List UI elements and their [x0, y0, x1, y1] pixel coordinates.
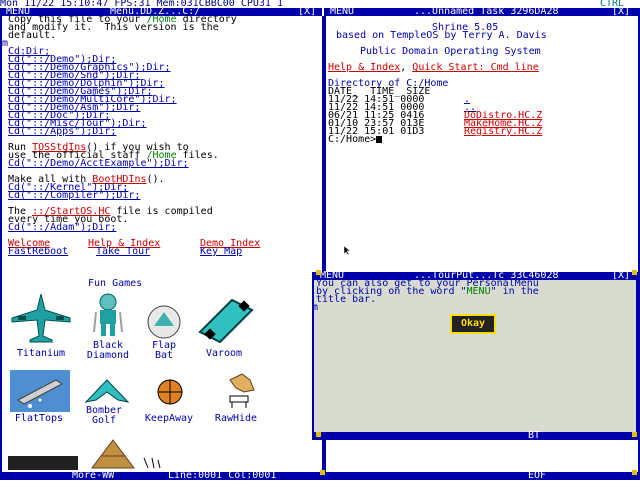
titanium-icon[interactable]: [10, 292, 72, 344]
right-window-statusbar: [324, 472, 640, 480]
right-close-button[interactable]: [X]: [612, 7, 630, 17]
right-resize-corner[interactable]: [320, 470, 325, 475]
intro-line-3: default.: [8, 30, 57, 41]
right-window-title: ...Unnamed Task 3296DA28: [414, 6, 559, 17]
fast-reboot-link[interactable]: FastReboot: [8, 247, 68, 257]
public-domain-line: Public Domain Operating System: [360, 46, 541, 57]
partial-game-icon-3[interactable]: [140, 456, 164, 470]
popup-border-right[interactable]: [636, 280, 638, 436]
rawhide-label[interactable]: RawHide: [206, 414, 266, 424]
take-tour-link[interactable]: Take Tour: [96, 247, 150, 257]
black-diamond-icon[interactable]: [86, 292, 130, 338]
popup-line-2-b: " in the: [490, 286, 539, 297]
compiler-link[interactable]: Cd("::/Compiler");Dir;: [8, 191, 140, 201]
black-diamond-text: Black Diamond: [86, 340, 130, 361]
black-diamond-label[interactable]: Black Diamond: [78, 341, 138, 361]
popup-corner-bl[interactable]: [316, 432, 321, 437]
popup-corner-tr[interactable]: [632, 270, 637, 275]
right-resize-corner-br[interactable]: [632, 470, 637, 475]
based-on-line: based on TempleOS by Terry A. Davis: [336, 30, 547, 41]
popup-corner-br[interactable]: [632, 432, 637, 437]
right-help-index-link[interactable]: Help & Index: [328, 62, 400, 73]
fun-games-heading: Fun Games: [88, 278, 143, 289]
row-size: 01D3: [400, 126, 425, 137]
prompt-text: C:/Home>: [328, 134, 377, 145]
keepaway-label[interactable]: KeepAway: [134, 414, 204, 424]
left-close-button[interactable]: [X]: [298, 7, 316, 17]
titanium-label[interactable]: Titanium: [8, 349, 74, 359]
comma-separator: ,: [400, 62, 413, 73]
flap-bat-icon[interactable]: [144, 304, 184, 340]
flattops-icon[interactable]: [10, 370, 70, 412]
popup-menu-word: MENU: [466, 286, 491, 297]
key-map-link[interactable]: Key Map: [200, 247, 242, 257]
flap-bat-text: Flap Bat: [151, 340, 177, 361]
varoom-label[interactable]: Varoom: [196, 349, 252, 359]
bomber-golf-text: Bomber Golf: [85, 405, 123, 426]
keepaway-icon[interactable]: [156, 378, 184, 406]
quick-start-link[interactable]: Quick Start: Cmd line: [412, 62, 538, 73]
popup-bottom-bar: [312, 432, 638, 440]
mouse-pointer-icon: [320, 238, 351, 256]
acct-example-link[interactable]: Cd("::/Demo/AcctExample");Dir;: [8, 159, 189, 169]
flap-bat-label[interactable]: Flap Bat: [140, 341, 188, 361]
popup-line-3: title bar.: [316, 294, 377, 305]
eof-label: EOF: [528, 470, 547, 481]
varoom-icon[interactable]: [196, 296, 256, 344]
quick-links-line: Help & Index, Quick Start: Cmd line: [328, 62, 539, 73]
popup-corner-tl[interactable]: [316, 270, 321, 275]
text-cursor: [376, 136, 383, 143]
popup-close-button[interactable]: [X]: [612, 271, 630, 281]
popup-bt-label: BT: [528, 430, 541, 441]
bomber-golf-label[interactable]: Bomber Golf: [74, 406, 134, 426]
adam-link[interactable]: Cd("::/Adam");Dir;: [8, 223, 116, 233]
line-col-indicator: Line:0001 Col:0001: [168, 470, 277, 481]
partial-game-icon-1[interactable]: [8, 456, 78, 470]
pyramid-icon[interactable]: [90, 438, 136, 470]
dir-link[interactable]: Cd("::/Apps");Dir;: [8, 127, 116, 137]
command-prompt[interactable]: C:/Home>: [328, 134, 383, 145]
row-name-link[interactable]: Registry.HC.Z: [464, 127, 542, 137]
right-menu-button[interactable]: MENU: [330, 7, 354, 17]
okay-button[interactable]: Okay: [450, 314, 496, 334]
left-window-border-left: [0, 16, 2, 472]
more-ww-label: More-WW: [72, 470, 115, 481]
rawhide-icon[interactable]: [224, 370, 260, 410]
make-suffix: ().: [146, 174, 165, 185]
popup-cursor-m: m: [312, 302, 319, 313]
flattops-label[interactable]: FlatTops: [6, 414, 72, 424]
bomber-golf-icon[interactable]: [84, 378, 130, 406]
